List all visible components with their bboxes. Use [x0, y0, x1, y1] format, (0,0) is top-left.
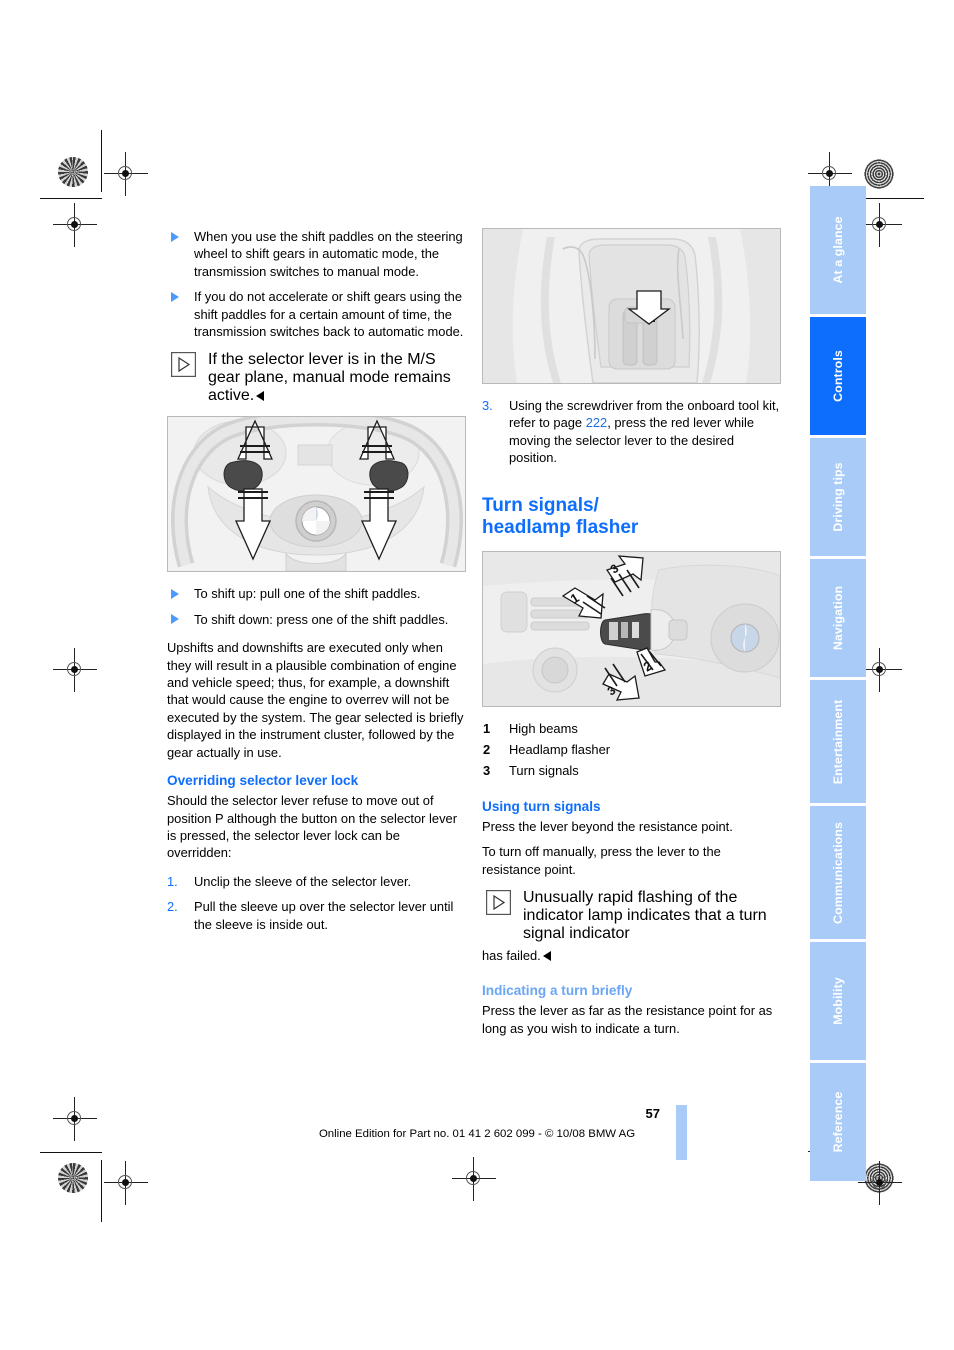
note-text-continued: has failed. [482, 948, 541, 964]
numbered-list-step-3: 3. Using the screwdriver from the onboar… [482, 397, 781, 467]
list-item: 1. Unclip the sleeve of the selector lev… [167, 873, 466, 890]
step-number: 1. [167, 873, 178, 889]
numbered-list-override-steps: 1. Unclip the sleeve of the selector lev… [167, 873, 466, 933]
right-column: WCS_selector_lever 3. Using the screwdri… [482, 228, 781, 1048]
tab-label: Reference [831, 1091, 845, 1153]
footer-text: Online Edition for Part no. 01 41 2 602 … [318, 1128, 636, 1140]
page-title: Turn signals/ headlamp flasher [482, 495, 781, 540]
paragraph-indicating-turn: Press the lever as far as the resistance… [482, 1003, 773, 1036]
page-cross-reference[interactable]: 222 [586, 415, 608, 430]
note-end-marker-icon [256, 391, 265, 402]
tab-label: Mobility [831, 977, 845, 1025]
triangle-bullet-icon [171, 614, 179, 625]
manual-page: When you use the shift paddles on the st… [0, 0, 954, 1350]
steering-wheel-illustration [168, 417, 465, 572]
paragraph-override-intro: Should the selector lever refuse to move… [167, 793, 458, 861]
legend-label: High beams [509, 720, 578, 736]
heading-indicating-turn-briefly: Indicating a turn briefly [482, 983, 633, 999]
step-text: Pull the sleeve up over the selector lev… [194, 899, 454, 932]
tab-label: Communications [831, 821, 845, 924]
tab-controls[interactable]: Controls [810, 317, 866, 435]
list-item: When you use the shift paddles on the st… [167, 228, 466, 280]
selector-lever-illustration [483, 229, 780, 383]
legend-label: Headlamp flasher [509, 742, 611, 758]
bullet-list-shift-updown: To shift up: pull one of the shift paddl… [167, 585, 466, 628]
list-item: 3. Using the screwdriver from the onboar… [482, 397, 781, 467]
note-manual-mode-active: If the selector lever is in the M/S gear… [167, 351, 466, 405]
note-text: If the selector lever is in the M/S gear… [208, 351, 451, 405]
list-item: 1 High beams [482, 720, 781, 737]
figure-selector-lever: WCS_selector_lever [482, 228, 781, 384]
legend-number: 3 [483, 763, 491, 779]
thumb-index-tabs: At a glance Controls Driving tips Naviga… [810, 186, 866, 1184]
bullet-text: To shift up: pull one of the shift paddl… [194, 586, 421, 602]
list-item: To shift up: pull one of the shift paddl… [167, 585, 466, 602]
note-rapid-flashing-continued: has failed. [482, 947, 781, 964]
tab-mobility[interactable]: Mobility [810, 942, 866, 1060]
note-text: Unusually rapid flashing of the indicato… [523, 889, 767, 943]
left-column: When you use the shift paddles on the st… [167, 228, 466, 944]
tab-label: Driving tips [831, 462, 845, 532]
tab-label: Controls [831, 350, 845, 402]
tab-label: Entertainment [831, 699, 845, 784]
tab-navigation[interactable]: Navigation [810, 559, 866, 677]
triangle-bullet-icon [171, 291, 179, 302]
heading-overriding-selector-lever-lock: Overriding selector lever lock [167, 773, 359, 789]
legend-list-stalk-functions: 1 High beams 2 Headlamp flasher 3 Turn s… [482, 720, 781, 780]
bullet-text: To shift down: press one of the shift pa… [194, 611, 449, 627]
note-triangle-icon [171, 352, 196, 378]
step-number: 2. [167, 899, 178, 915]
legend-label: Turn signals [509, 763, 579, 779]
tab-at-a-glance[interactable]: At a glance [810, 186, 866, 314]
bullet-text: When you use the shift paddles on the st… [194, 229, 463, 279]
page-title-line-1: Turn signals/ [482, 494, 599, 516]
note-triangle-icon [486, 890, 511, 916]
figure-steering-wheel: WCS_shift_paddles [167, 416, 466, 573]
figure-turn-signal-stalk: 1 2 3 3 [482, 550, 781, 707]
legend-number: 2 [483, 742, 491, 758]
list-item: 3 Turn signals [482, 762, 781, 779]
paragraph-turn-off-manually: To turn off manually, press the lever to… [482, 844, 721, 877]
paragraph-press-lever-beyond: Press the lever beyond the resistance po… [482, 818, 733, 834]
tab-communications[interactable]: Communications [810, 806, 866, 939]
heading-using-turn-signals: Using turn signals [482, 798, 601, 814]
tab-label: Navigation [831, 585, 845, 651]
turn-signal-stalk-illustration: 1 2 3 3 [483, 551, 780, 706]
step-number: 3. [482, 398, 493, 413]
bullet-text: If you do not accelerate or shift gears … [194, 289, 464, 340]
list-item: If you do not accelerate or shift gears … [167, 288, 466, 340]
tab-entertainment[interactable]: Entertainment [810, 680, 866, 803]
paragraph-upshifts-downshifts: Upshifts and downshifts are executed onl… [167, 640, 464, 760]
triangle-bullet-icon [171, 588, 179, 599]
bullet-list-automatic-mode: When you use the shift paddles on the st… [167, 228, 466, 340]
tab-driving-tips[interactable]: Driving tips [810, 438, 866, 556]
note-end-marker-icon [542, 951, 551, 962]
legend-number: 1 [483, 720, 491, 736]
note-rapid-flashing: Unusually rapid flashing of the indicato… [482, 889, 781, 943]
step-text: Unclip the sleeve of the selector lever. [194, 873, 412, 889]
page-title-line-2: headlamp flasher [482, 517, 639, 539]
page-number: 57 [645, 1106, 660, 1121]
list-item: To shift down: press one of the shift pa… [167, 611, 466, 628]
list-item: 2 Headlamp flasher [482, 741, 781, 758]
list-item: 2. Pull the sleeve up over the selector … [167, 898, 466, 933]
tab-reference[interactable]: Reference [810, 1063, 866, 1181]
triangle-bullet-icon [171, 231, 179, 242]
tab-label: At a glance [831, 216, 845, 284]
